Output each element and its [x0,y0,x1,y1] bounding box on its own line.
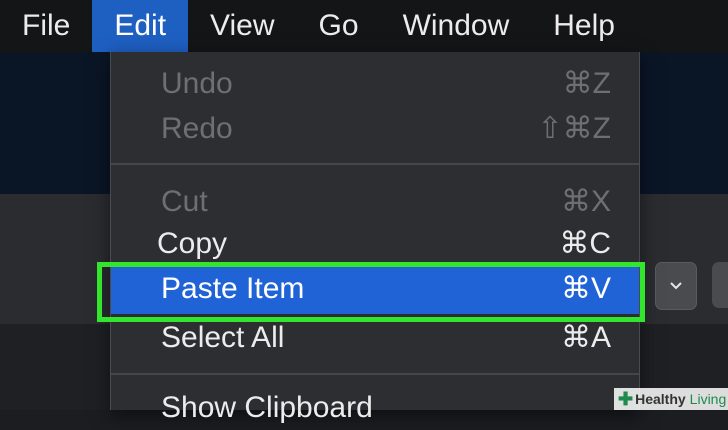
menu-item-label: Undo [161,67,233,100]
toolbar-dropdown-button[interactable] [655,262,697,310]
menu-go[interactable]: Go [297,0,381,52]
menu-edit[interactable]: Edit [92,0,189,52]
menu-item-copy[interactable]: Copy ⌘C [111,222,639,266]
menu-item-label: Cut [161,185,208,218]
highlight-annotation-box [97,262,645,322]
menu-item-shortcut: ⌘Z [562,67,611,100]
edit-menu-dropdown: Undo ⌘Z Redo ⇧⌘Z Cut ⌘X Copy ⌘C Paste It… [110,52,640,424]
menu-item-label: Show Clipboard [161,391,373,424]
menu-separator [111,163,639,165]
watermark-text-2: Living [689,391,727,407]
menu-item-shortcut: ⌘A [560,321,611,354]
watermark-text: Healthy [635,391,686,407]
menu-item-shortcut: ⌘X [560,185,611,218]
menu-file[interactable]: File [0,0,92,52]
menu-item-label: Select All [161,321,285,354]
menu-window[interactable]: Window [381,0,532,52]
toolbar-button[interactable] [712,262,728,308]
plus-icon: ✚ [618,388,634,409]
menu-item-undo[interactable]: Undo ⌘Z [111,62,639,106]
menu-item-select-all[interactable]: Select All ⌘A [111,316,639,360]
menu-help[interactable]: Help [531,0,637,52]
menu-item-label: Redo [161,112,233,145]
menu-item-label: Copy [157,227,228,260]
menu-separator [111,373,639,375]
menu-item-redo[interactable]: Redo ⇧⌘Z [111,107,639,151]
watermark-logo: ✚ Healthy Living [614,388,728,410]
menu-item-show-clipboard[interactable]: Show Clipboard [111,386,639,430]
menu-item-shortcut: ⇧⌘Z [537,112,611,145]
menu-item-shortcut: ⌘C [559,227,611,260]
chevron-down-icon [670,282,682,290]
menu-view[interactable]: View [188,0,296,52]
menu-item-cut[interactable]: Cut ⌘X [111,180,639,224]
menu-bar: File Edit View Go Window Help [0,0,728,52]
